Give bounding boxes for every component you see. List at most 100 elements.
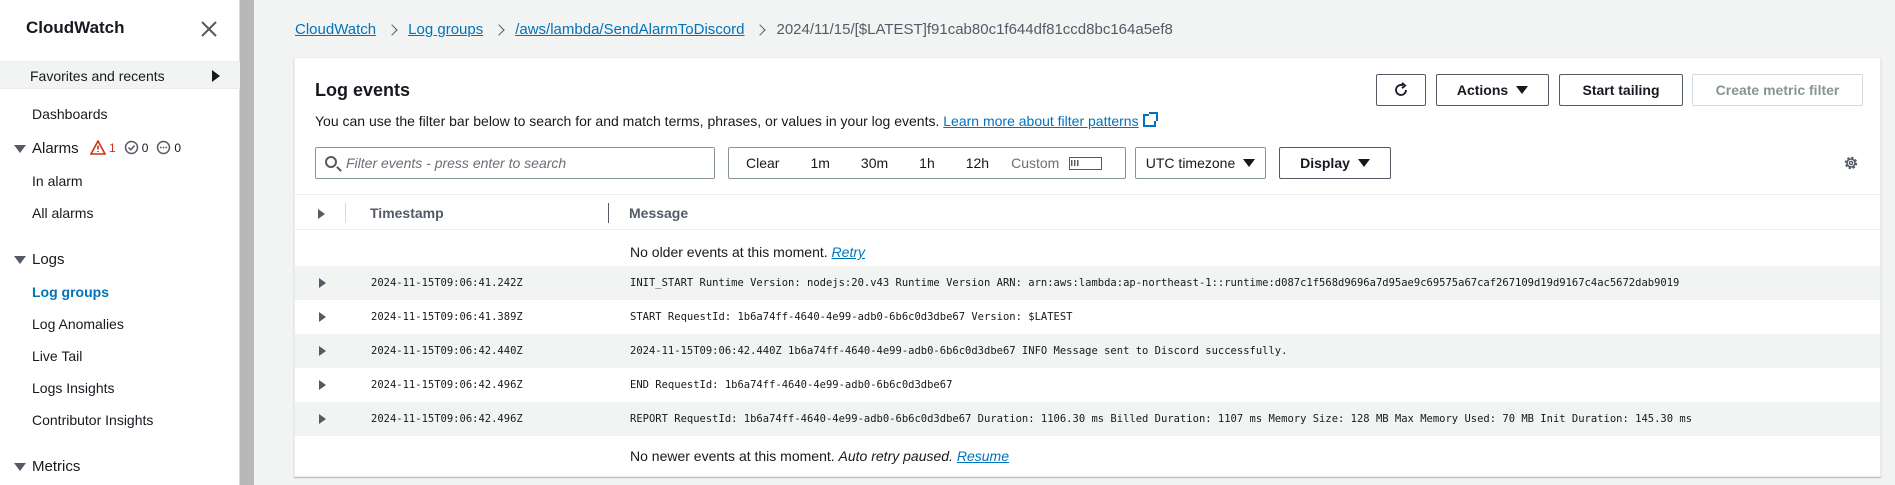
create-metric-filter-button[interactable]: Create metric filter xyxy=(1692,74,1863,106)
breadcrumb-cloudwatch[interactable]: CloudWatch xyxy=(295,21,376,38)
range-1m[interactable]: 1m xyxy=(793,155,843,171)
resume-link[interactable]: Resume xyxy=(957,448,1009,464)
row-timestamp: 2024-11-15T09:06:41.389Z xyxy=(371,311,523,323)
display-label: Display xyxy=(1300,155,1350,171)
chevron-right-icon xyxy=(386,23,398,36)
breadcrumb-log-groups[interactable]: Log groups xyxy=(408,21,483,38)
start-tailing-button[interactable]: Start tailing xyxy=(1559,74,1683,106)
row-timestamp: 2024-11-15T09:06:42.496Z xyxy=(371,413,523,425)
favorites-label: Favorites and recents xyxy=(30,68,165,84)
table-row[interactable]: 2024-11-15T09:06:42.496Z END RequestId: … xyxy=(295,368,1880,402)
refresh-button[interactable] xyxy=(1376,74,1426,106)
time-range-selector: Clear 1m 30m 1h 12h Custom xyxy=(728,147,1126,179)
warning-icon xyxy=(90,140,106,155)
chevron-right-icon xyxy=(493,23,505,36)
sidebar-section-alarms[interactable]: Alarms xyxy=(32,140,79,157)
refresh-icon xyxy=(1395,82,1407,96)
breadcrumb-current: 2024/11/15/[$LATEST]f91cab80c1f644df81cc… xyxy=(776,21,1173,38)
auto-retry-text: Auto retry paused. xyxy=(838,448,953,464)
sidebar-item-log-groups[interactable]: Log groups xyxy=(32,284,109,300)
learn-more-link[interactable]: Learn more about filter patterns xyxy=(943,112,1158,129)
check-circle-icon xyxy=(124,140,138,155)
display-button[interactable]: Display xyxy=(1279,147,1391,179)
row-message: INIT_START Runtime Version: nodejs:20.v4… xyxy=(630,277,1680,289)
timezone-select[interactable]: UTC timezone xyxy=(1135,147,1266,179)
newer-events-notice: No newer events at this moment. Auto ret… xyxy=(630,448,1009,464)
range-custom[interactable]: Custom xyxy=(1003,155,1116,171)
caret-down-icon[interactable] xyxy=(14,256,26,264)
table-row[interactable]: 2024-11-15T09:06:42.440Z 2024-11-15T09:0… xyxy=(295,334,1880,368)
caret-down-icon xyxy=(1516,86,1529,94)
timezone-label: UTC timezone xyxy=(1145,155,1236,171)
table-row[interactable]: 2024-11-15T09:06:42.496Z REPORT RequestI… xyxy=(295,402,1880,436)
insufficient-count: 0 xyxy=(174,140,182,155)
table-row[interactable]: 2024-11-15T09:06:41.389Z START RequestId… xyxy=(295,300,1880,334)
row-message: 2024-11-15T09:06:42.440Z 1b6a74ff-4640-4… xyxy=(630,345,1288,357)
row-message: REPORT RequestId: 1b6a74ff-4640-4e99-adb… xyxy=(630,413,1693,425)
expand-all-icon[interactable] xyxy=(318,209,325,219)
breadcrumb-log-group[interactable]: /aws/lambda/SendAlarmToDiscord xyxy=(515,21,744,38)
breadcrumb: CloudWatch Log groups /aws/lambda/SendAl… xyxy=(295,21,1173,38)
row-timestamp: 2024-11-15T09:06:41.242Z xyxy=(371,277,523,289)
sidebar-item-log-anomalies[interactable]: Log Anomalies xyxy=(32,316,124,332)
favorites-and-recents[interactable]: Favorites and recents xyxy=(0,61,240,89)
caret-down-icon[interactable] xyxy=(14,145,26,153)
learn-more-label: Learn more about filter patterns xyxy=(943,113,1139,129)
table-header: Timestamp Message xyxy=(295,194,1880,230)
column-resize-handle[interactable] xyxy=(608,203,609,223)
sidebar-section-metrics[interactable]: Metrics xyxy=(32,458,80,475)
close-icon[interactable] xyxy=(198,18,220,40)
newer-notice-text: No newer events at this moment. xyxy=(630,448,835,464)
caret-down-icon xyxy=(1243,159,1256,167)
older-events-notice: No older events at this moment. Retry xyxy=(630,244,865,260)
log-events-panel: Log events You can use the filter bar be… xyxy=(294,57,1881,477)
row-timestamp: 2024-11-15T09:06:42.440Z xyxy=(371,345,523,357)
filter-search xyxy=(315,147,715,179)
expand-row-icon[interactable] xyxy=(319,346,326,356)
row-message: START RequestId: 1b6a74ff-4640-4e99-adb0… xyxy=(630,311,1073,323)
range-clear[interactable]: Clear xyxy=(729,155,793,171)
sidebar-section-logs[interactable]: Logs xyxy=(32,251,65,268)
description-text: You can use the filter bar below to sear… xyxy=(315,113,940,129)
caret-down-icon[interactable] xyxy=(14,463,26,471)
sidebar: CloudWatch Favorites and recents Dashboa… xyxy=(0,0,240,485)
panel-title: Log events xyxy=(315,80,411,100)
sidebar-item-all-alarms[interactable]: All alarms xyxy=(32,205,93,221)
caret-right-icon xyxy=(212,70,220,82)
gear-icon[interactable] xyxy=(1843,155,1859,171)
column-message[interactable]: Message xyxy=(629,205,688,221)
actions-label: Actions xyxy=(1456,82,1509,98)
range-1h[interactable]: 1h xyxy=(902,155,949,171)
expand-row-icon[interactable] xyxy=(319,380,326,390)
column-divider xyxy=(345,203,346,223)
actions-button[interactable]: Actions xyxy=(1436,74,1549,106)
sidebar-item-live-tail[interactable]: Live Tail xyxy=(32,348,82,364)
ellipsis-circle-icon xyxy=(157,140,171,155)
in-alarm-count: 1 xyxy=(109,140,116,155)
external-link-icon xyxy=(1142,112,1158,127)
search-input[interactable] xyxy=(346,153,706,173)
sidebar-item-contributor-insights[interactable]: Contributor Insights xyxy=(32,412,153,428)
sidebar-item-logs-insights[interactable]: Logs Insights xyxy=(32,380,115,396)
caret-down-icon xyxy=(1357,159,1370,167)
column-timestamp[interactable]: Timestamp xyxy=(370,205,444,221)
sidebar-item-dashboards[interactable]: Dashboards xyxy=(32,106,108,122)
expand-row-icon[interactable] xyxy=(319,278,326,288)
row-message: END RequestId: 1b6a74ff-4640-4e99-adb0-6… xyxy=(630,379,953,391)
sidebar-item-in-alarm[interactable]: In alarm xyxy=(32,173,83,189)
expand-row-icon[interactable] xyxy=(319,414,326,424)
table-row[interactable]: 2024-11-15T09:06:41.242Z INIT_START Runt… xyxy=(295,266,1880,300)
older-notice-text: No older events at this moment. xyxy=(630,244,828,260)
sidebar-title: CloudWatch xyxy=(26,18,125,37)
chevron-right-icon xyxy=(754,23,767,36)
calendar-icon xyxy=(1069,156,1103,170)
search-icon xyxy=(325,156,337,168)
row-timestamp: 2024-11-15T09:06:42.496Z xyxy=(371,379,523,391)
range-30m[interactable]: 30m xyxy=(844,155,902,171)
custom-label: Custom xyxy=(1011,155,1060,171)
panel-description: You can use the filter bar below to sear… xyxy=(315,112,1158,129)
retry-link[interactable]: Retry xyxy=(832,244,865,260)
sidebar-scrollbar[interactable] xyxy=(240,0,254,485)
range-12h[interactable]: 12h xyxy=(949,155,1003,171)
expand-row-icon[interactable] xyxy=(319,312,326,322)
